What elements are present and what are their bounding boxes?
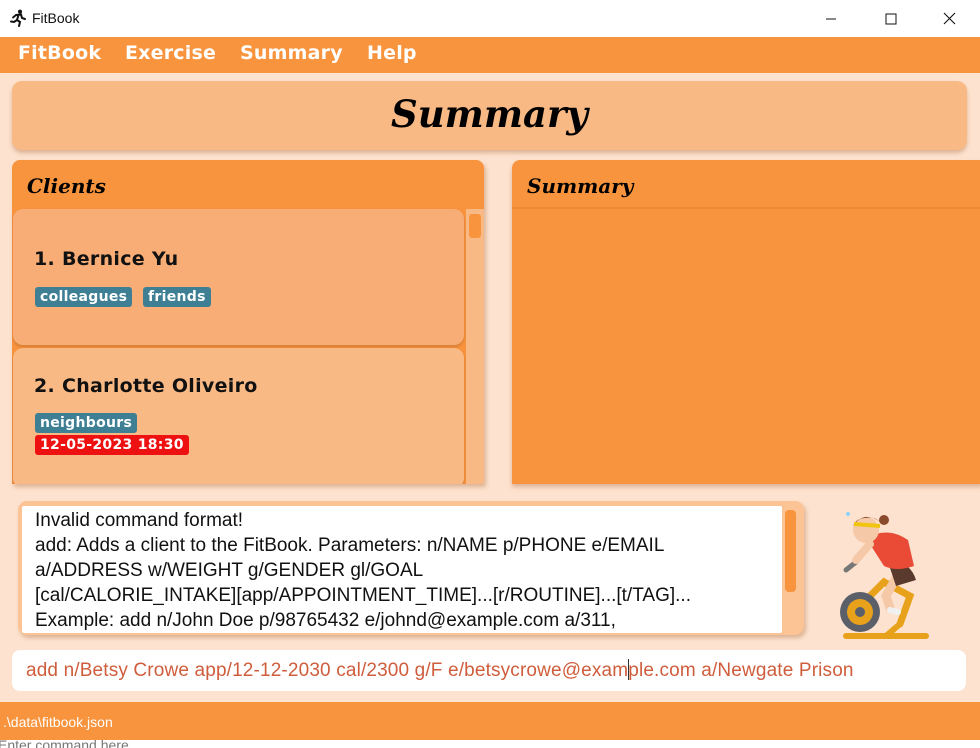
command-text-before-caret: add n/Betsy Crowe app/12-12-2030 cal/230… — [26, 660, 629, 681]
window-titlebar: FitBook — [0, 0, 980, 37]
command-input[interactable]: add n/Betsy Crowe app/12-12-2030 cal/230… — [26, 659, 854, 682]
command-placeholder: Enter command here... — [0, 740, 141, 748]
command-text-after-caret: ple.com a/Newgate Prison — [628, 660, 854, 681]
menu-summary[interactable]: Summary — [240, 42, 343, 64]
result-scroll-thumb[interactable] — [785, 510, 796, 592]
maximize-icon — [885, 13, 897, 24]
result-line: [cal/CALORIE_INTAKE][app/APPOINTMENT_TIM… — [35, 585, 691, 606]
minimize-button[interactable] — [808, 0, 854, 37]
minimize-icon — [826, 18, 836, 19]
menu-help[interactable]: Help — [367, 42, 417, 64]
close-button[interactable] — [926, 0, 972, 37]
tag-badge: friends — [143, 287, 211, 307]
bottom-strip: Enter command here... — [0, 740, 980, 748]
appointment-badge: 12-05-2023 18:30 — [35, 435, 189, 455]
running-person-icon — [10, 9, 26, 27]
tag-badge: neighbours — [35, 413, 138, 433]
client-card[interactable]: 1. Bernice Yu colleagues friends — [13, 209, 464, 345]
clients-panel: Clients 1. Bernice Yu colleagues friends… — [12, 160, 484, 484]
clients-panel-title: Clients — [27, 174, 106, 198]
save-location: .\data\fitbook.json — [3, 714, 113, 730]
command-box[interactable]: add n/Betsy Crowe app/12-12-2030 cal/230… — [12, 650, 966, 691]
result-line: add: Adds a client to the FitBook. Param… — [35, 535, 665, 556]
summary-panel: Summary — [512, 160, 980, 484]
page-header: Summary — [12, 81, 967, 150]
exercise-bike-mascot — [840, 512, 929, 639]
menu-exercise[interactable]: Exercise — [125, 42, 216, 64]
clients-scrollbar[interactable] — [466, 209, 484, 484]
clients-scroll-thumb[interactable] — [469, 214, 481, 238]
summary-panel-title: Summary — [527, 174, 634, 198]
result-line: Invalid command format! — [35, 510, 244, 531]
maximize-button[interactable] — [868, 0, 914, 37]
result-text-area[interactable]: Invalid command format! add: Adds a clie… — [22, 506, 782, 633]
result-scrollbar[interactable] — [782, 506, 798, 633]
page-title: Summary — [391, 92, 588, 136]
window-title: FitBook — [32, 10, 80, 26]
client-name: 1. Bernice Yu — [34, 248, 179, 270]
result-line: Example: add n/John Doe p/98765432 e/joh… — [35, 610, 616, 631]
client-name: 2. Charlotte Oliveiro — [34, 375, 258, 397]
close-icon — [943, 12, 955, 25]
summary-divider — [512, 207, 980, 209]
status-bar: .\data\fitbook.json — [0, 702, 980, 740]
tag-badge: colleagues — [35, 287, 133, 307]
result-line: a/ADDRESS w/WEIGHT g/GENDER gl/GOAL — [35, 560, 424, 581]
client-card[interactable]: 2. Charlotte Oliveiro neighbours 12-05-2… — [13, 348, 464, 484]
result-display: Invalid command format! add: Adds a clie… — [18, 501, 804, 635]
menu-bar: FitBook Exercise Summary Help — [0, 37, 980, 73]
menu-fitbook[interactable]: FitBook — [18, 42, 101, 64]
